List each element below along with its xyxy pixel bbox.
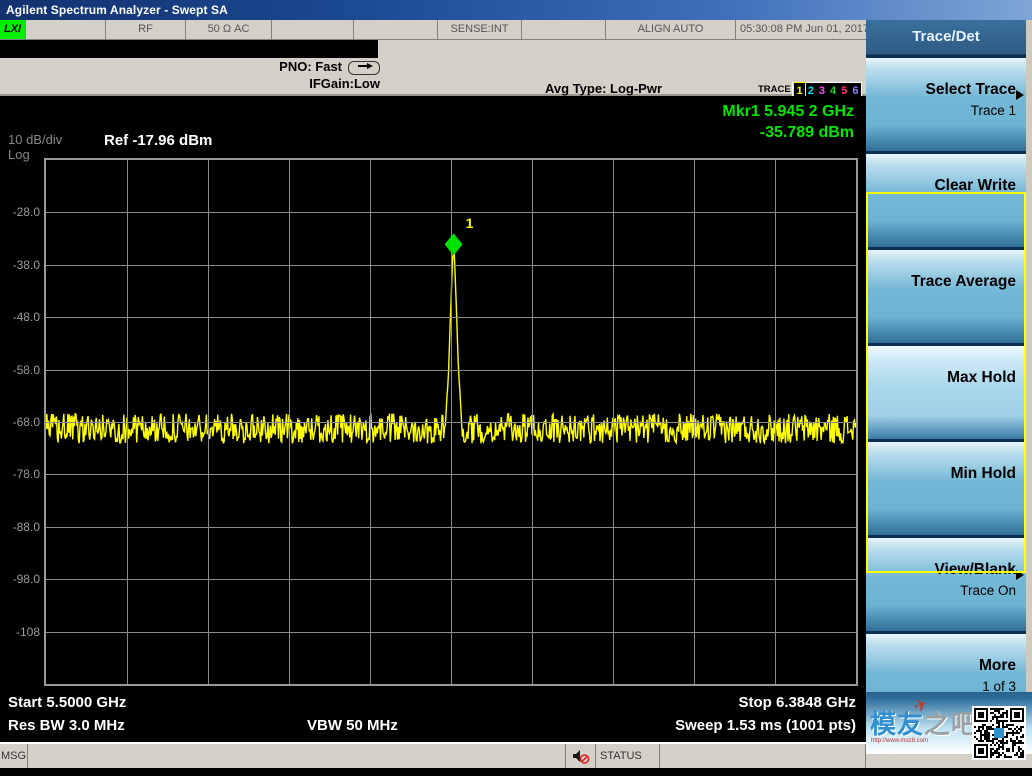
softkey-sublabel: Trace 1 [970, 103, 1016, 118]
pno-line: PNO: Fast [190, 58, 380, 75]
graph-display-area: 10 dB/div Log Ref -17.96 dBm Mkr1 5.945 … [0, 96, 866, 692]
softkey-menu-title: Trace/Det [866, 20, 1026, 55]
status-cell-impedance: 50 Ω AC [186, 20, 272, 39]
status-cell-6 [522, 20, 606, 39]
graticule[interactable]: 1 [44, 158, 858, 686]
y-axis-tick-label: -88.0 [12, 519, 40, 534]
start-frequency[interactable]: Start 5.5000 GHz [8, 694, 126, 711]
softkey-select-trace[interactable]: Select Trace Trace 1 [866, 58, 1026, 151]
marker-amplitude: -35.789 dBm [759, 124, 854, 141]
gridline-horizontal [46, 474, 856, 475]
softkey-label: More [978, 657, 1016, 674]
y-axis-tick-label: -98.0 [12, 572, 40, 587]
gridline-horizontal [46, 632, 856, 633]
status-cell-align: ALIGN AUTO [606, 20, 736, 39]
ref-level-annotation: Ref -17.96 dBm [104, 132, 213, 149]
softkey-label: Min Hold [950, 465, 1016, 482]
status-label: STATUS [596, 744, 660, 768]
marker-readout: Mkr1 5.945 2 GHz -35.789 dBm [722, 101, 854, 143]
status-cell-3 [272, 20, 354, 39]
y-axis-tick-label: -68.0 [12, 415, 40, 429]
ifgain-value: IFGain:Low [309, 76, 380, 91]
watermark-text-gray: 之吧 [924, 709, 979, 739]
y-axis-tick-label: -38.0 [12, 257, 40, 272]
bw-annotation-row: Res BW 3.0 MHz VBW 50 MHz Sweep 1.53 ms … [0, 715, 866, 739]
video-bw[interactable]: VBW 50 MHz [307, 717, 398, 734]
bottom-annotation-bar: Start 5.5000 GHz Stop 6.3848 GHz Res BW … [0, 692, 866, 742]
lxi-indicator: LXI [0, 20, 26, 39]
stop-frequency[interactable]: Stop 6.3848 GHz [738, 694, 856, 711]
marker-number-label: 1 [465, 215, 474, 232]
softkey-max-hold[interactable]: Max Hold [866, 346, 1026, 439]
status-cell-0 [26, 20, 106, 39]
watermark-text: 模友之吧 [870, 704, 978, 741]
softkey-list: Select Trace Trace 1 Clear Write Trace Aver… [866, 58, 1026, 727]
marker-frequency: Mkr1 5.945 2 GHz [722, 103, 854, 120]
gridline-horizontal [46, 265, 856, 266]
softkey-label: Max Hold [947, 369, 1016, 386]
softkey-min-hold[interactable]: Min Hold [866, 442, 1026, 535]
status-text [660, 744, 866, 768]
status-cell-rf: RF [106, 20, 186, 39]
pno-arrow-icon [348, 60, 380, 75]
y-axis-tick-label: -48.0 [12, 310, 40, 325]
scale-per-div: 10 dB/div [8, 132, 63, 147]
softkey-label: Trace Average [911, 273, 1016, 290]
res-bw[interactable]: Res BW 3.0 MHz [8, 717, 125, 734]
y-axis-tick-label: -78.0 [12, 467, 40, 482]
status-cell-sense: SENSE:INT [438, 20, 522, 39]
sweep-time[interactable]: Sweep 1.53 ms (1001 pts) [675, 717, 856, 734]
watermark-text-blue: 模友 [870, 709, 925, 739]
freq-annotation-row: Start 5.5000 GHz Stop 6.3848 GHz [0, 692, 866, 716]
message-text [28, 744, 566, 768]
softkey-sublabel: Trace On [960, 583, 1016, 598]
gridline-horizontal [46, 527, 856, 528]
y-axis-labels: -28.0 -38.0 -48.0 -58.0 -68.0 -78.0 -88.0 -98.0… [0, 158, 40, 686]
softkey-menu: Trace/Det Select Trace Trace 1 Clear Write… [866, 20, 1026, 742]
softkey-trace-average[interactable]: Trace Average [866, 250, 1026, 343]
meas-bar-black-mask [0, 40, 378, 58]
bottom-black-edge [0, 768, 1032, 776]
softkey-clear-write[interactable]: Clear Write [866, 154, 1026, 247]
watermark-url: http://www.moz8.com [871, 738, 929, 744]
status-cell-4 [354, 20, 438, 39]
window-title: Agilent Spectrum Analyzer - Swept SA [6, 3, 228, 17]
gridline-horizontal [46, 422, 856, 423]
softkey-label: Select Trace [925, 81, 1016, 98]
audio-muted-icon[interactable] [566, 744, 596, 768]
gridline-horizontal [46, 212, 856, 213]
window-title-bar: Agilent Spectrum Analyzer - Swept SA [0, 0, 1032, 20]
y-axis-tick-label: -28.0 [12, 205, 40, 220]
pno-ifgain-group[interactable]: PNO: Fast IFGain:Low [190, 58, 380, 92]
menu-right-edge [1026, 20, 1032, 742]
spectrum-analyzer-app: Agilent Spectrum Analyzer - Swept SA LXI… [0, 0, 1032, 776]
measurement-settings-bar: PNO: Fast IFGain:Low Trig: Free Run Atte… [0, 40, 866, 132]
qr-code-image [972, 706, 1026, 760]
avg-type-value: Avg Type: Log-Pwr [545, 81, 662, 96]
softkey-label: Clear Write [934, 177, 1016, 194]
chevron-right-icon [1016, 570, 1024, 580]
pno-value: PNO: Fast [279, 59, 342, 74]
gridline-horizontal [46, 370, 856, 371]
chevron-right-icon [1016, 90, 1024, 100]
softkey-view-blank[interactable]: View/Blank Trace On [866, 538, 1026, 631]
msg-label: MSG [0, 744, 28, 768]
softkey-label: View/Blank [934, 561, 1016, 578]
gridline-horizontal [46, 579, 856, 580]
gridline-horizontal [46, 317, 856, 318]
y-axis-tick-label: -58.0 [12, 362, 40, 377]
y-axis-tick-label: -108 [15, 624, 40, 639]
